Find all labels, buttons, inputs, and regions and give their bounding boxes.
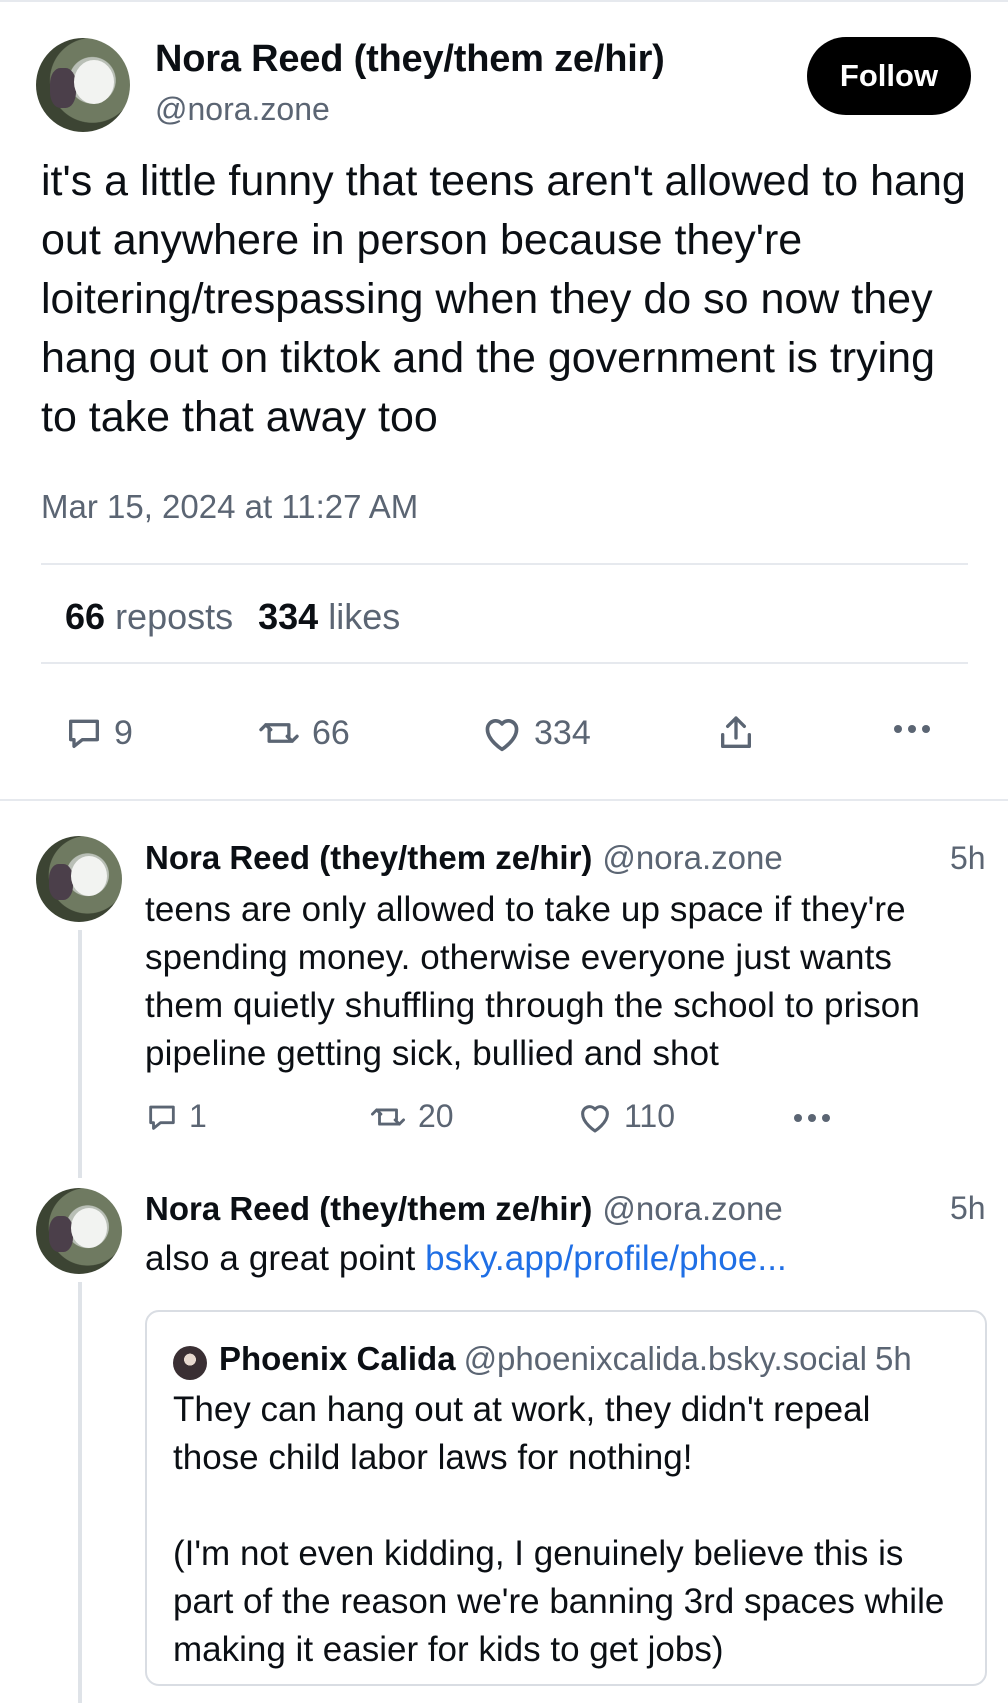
avatar[interactable] — [36, 836, 122, 922]
repost-icon — [371, 1108, 406, 1125]
more-options-button[interactable] — [792, 1110, 832, 1126]
repost-button[interactable]: 20 — [368, 1098, 454, 1135]
share-icon — [721, 716, 751, 748]
section-divider — [0, 799, 1008, 801]
reply-icon — [69, 719, 100, 748]
likes-stat[interactable]: 334 likes — [258, 596, 400, 638]
like-button[interactable]: 334 — [480, 713, 591, 753]
post-timestamp: Mar 15, 2024 at 11:27 AM — [41, 488, 419, 525]
profile-link[interactable]: bsky.app/profile/phoe... — [425, 1239, 787, 1278]
thread-line — [78, 1282, 82, 1703]
thread-line — [78, 930, 82, 1178]
author-display-name[interactable]: Nora Reed (they/them ze/hir) — [155, 38, 665, 81]
author-handle[interactable]: @nora.zone — [602, 1190, 782, 1227]
like-button[interactable]: 110 — [576, 1098, 675, 1135]
divider — [41, 662, 968, 664]
follow-button[interactable]: Follow — [807, 37, 971, 115]
like-count: 110 — [624, 1098, 676, 1134]
avatar[interactable] — [36, 38, 130, 132]
avatar[interactable] — [173, 1346, 207, 1380]
reply-header: Nora Reed (they/them ze/hir) @nora.zone — [145, 839, 783, 877]
more-icon — [894, 725, 930, 733]
repost-count: 66 — [312, 713, 350, 752]
more-icon — [794, 1114, 830, 1122]
top-border — [0, 0, 1008, 2]
quote-header: Phoenix Calida @phoenixcalida.bsky.social… — [219, 1340, 912, 1378]
reply-header: Nora Reed (they/them ze/hir) @nora.zone — [145, 1190, 783, 1228]
post-stats: 66 reposts 334 likes — [65, 596, 400, 638]
reply-time: 5h — [950, 840, 986, 876]
reply-icon — [149, 1105, 175, 1130]
reply-count: 9 — [114, 713, 133, 752]
quoted-post-card[interactable]: Phoenix Calida @phoenixcalida.bsky.social… — [145, 1310, 987, 1686]
author-handle[interactable]: @nora.zone — [155, 91, 330, 128]
share-button[interactable] — [716, 712, 756, 754]
author-display-name[interactable]: Phoenix Calida — [219, 1340, 456, 1377]
reply-time: 5h — [950, 1190, 986, 1226]
reply-text: teens are only allowed to take up space … — [145, 890, 920, 1073]
author-display-name[interactable]: Nora Reed (they/them ze/hir) — [145, 839, 592, 876]
divider — [41, 563, 968, 565]
author-handle[interactable]: @nora.zone — [602, 839, 782, 876]
author-handle[interactable]: @phoenixcalida.bsky.social — [464, 1340, 867, 1377]
repost-icon — [259, 723, 299, 743]
post-text: it's a little funny that teens aren't al… — [41, 157, 966, 441]
reply-text: also a great point bsky.app/profile/phoe… — [145, 1239, 787, 1278]
like-count: 334 — [534, 713, 591, 752]
like-icon — [581, 1104, 609, 1132]
like-icon — [485, 719, 519, 752]
reply-button[interactable]: 9 — [64, 713, 133, 753]
quote-time: 5h — [875, 1340, 912, 1377]
repost-button[interactable]: 66 — [256, 713, 350, 753]
reposts-stat[interactable]: 66 reposts — [65, 596, 233, 638]
reply-count: 1 — [189, 1098, 207, 1134]
avatar[interactable] — [36, 1188, 122, 1274]
repost-count: 20 — [418, 1098, 454, 1134]
author-display-name[interactable]: Nora Reed (they/them ze/hir) — [145, 1190, 592, 1227]
quote-text: They can hang out at work, they didn't r… — [173, 1390, 945, 1669]
reply-button[interactable]: 1 — [145, 1098, 207, 1135]
more-options-button[interactable] — [892, 721, 932, 737]
